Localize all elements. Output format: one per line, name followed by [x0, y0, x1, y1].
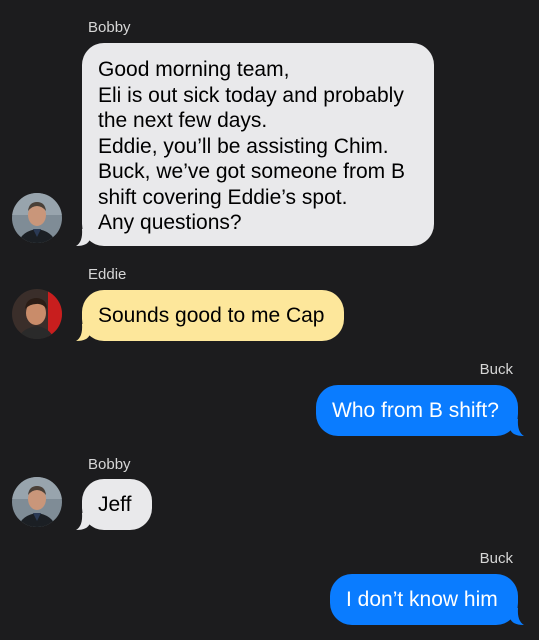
bubble-tail: [76, 322, 90, 341]
bubble-tail: [510, 417, 524, 436]
bubble-tail: [76, 227, 90, 246]
bobby-avatar[interactable]: [12, 477, 62, 527]
message-bubble: I don’t know him: [330, 574, 518, 625]
sender-name: Bobby: [88, 456, 131, 473]
sender-name: Bobby: [88, 19, 131, 36]
sender-name: Buck: [479, 550, 513, 567]
message-text: Buck, we’ve got someone from B: [98, 160, 405, 183]
message-text: the next few days.: [98, 109, 268, 132]
bubble-tail: [76, 511, 90, 530]
message-text: Sounds good to me Cap: [98, 304, 325, 327]
message-text: Any questions?: [98, 211, 242, 234]
sender-name: Eddie: [88, 266, 127, 283]
message-bubble: Who from B shift?: [316, 385, 518, 436]
eddie-avatar[interactable]: [12, 289, 62, 339]
message-bubble: Sounds good to me Cap: [82, 290, 344, 341]
bobby-avatar[interactable]: [12, 193, 62, 243]
message-text: Jeff: [98, 493, 132, 516]
message-text: Who from B shift?: [332, 399, 499, 422]
message-text: shift covering Eddie’s spot.: [98, 185, 348, 209]
message-text: Good morning team,: [98, 58, 290, 81]
message-bubble: Jeff: [82, 479, 152, 530]
sender-name: Buck: [479, 361, 513, 378]
message-text: Eli is out sick today and probably: [98, 83, 404, 107]
message-text: I don’t know him: [346, 588, 498, 611]
message-text: Eddie, you’ll be assisting Chim.: [98, 134, 389, 158]
bubble-tail: [510, 606, 524, 625]
message-bubble: Good morning team, Eli is out sick today…: [82, 43, 434, 246]
